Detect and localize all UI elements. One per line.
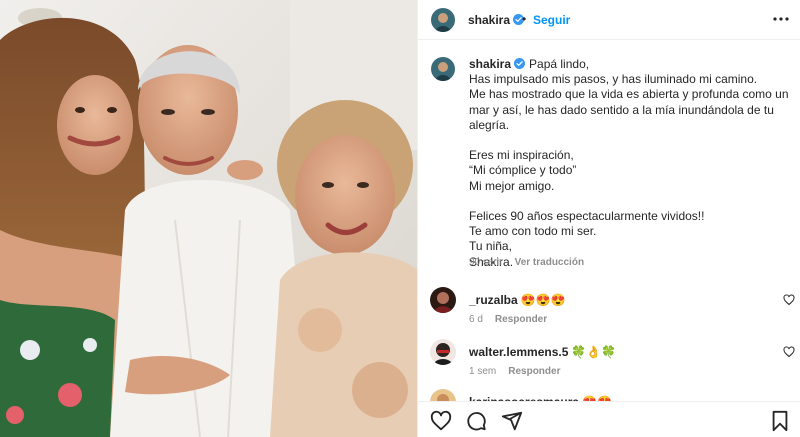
commenter-avatar-image	[430, 287, 456, 313]
bookmark-icon[interactable]	[769, 410, 791, 432]
comment-line: _ruzalba 😍😍😍	[469, 293, 566, 307]
verified-badge-icon	[514, 58, 526, 69]
post-side-panel: shakira • Seguir shakira Papá lindo, Has …	[417, 0, 800, 437]
action-bar	[418, 401, 800, 437]
caption-username-text[interactable]: shakira	[469, 57, 511, 71]
post-author-username-text[interactable]: shakira	[468, 13, 510, 27]
family-photo-illustration	[0, 0, 417, 437]
comment-text: 😍😍😍	[520, 293, 566, 307]
avatar-image	[431, 8, 455, 32]
caption-meta: 90 sem Ver traducción	[469, 257, 584, 268]
more-options-icon[interactable]	[771, 10, 791, 28]
avatar[interactable]	[431, 8, 455, 32]
comment-username[interactable]: walter.lemmens.5	[469, 345, 568, 359]
comment-item: walter.lemmens.5 🍀👌🍀 1 sem Responder	[418, 339, 800, 385]
caption-age: 90 sem	[469, 257, 502, 268]
comment-text: 🍀👌🍀	[571, 345, 617, 359]
heart-icon[interactable]	[430, 410, 452, 432]
caption-username[interactable]: shakira	[469, 57, 526, 71]
post-photo[interactable]	[0, 0, 417, 437]
comment-username[interactable]: _ruzalba	[469, 293, 518, 307]
post-header: shakira • Seguir	[418, 0, 800, 40]
reply-button[interactable]: Responder	[508, 366, 560, 377]
comment-meta: 1 sem Responder	[469, 366, 560, 377]
separator-dot: •	[522, 12, 527, 26]
caption-body: Papá lindo, Has impulsado mis pasos, y h…	[469, 57, 789, 269]
post-author-username[interactable]: shakira	[468, 13, 525, 27]
reply-button[interactable]: Responder	[495, 314, 547, 325]
caption-text: shakira Papá lindo, Has impulsado mis pas…	[469, 57, 794, 270]
heart-icon[interactable]	[783, 346, 795, 358]
commenter-avatar-image	[430, 339, 456, 365]
share-icon[interactable]	[501, 410, 523, 432]
comment-meta: 6 d Responder	[469, 314, 547, 325]
instagram-post-view: shakira • Seguir shakira Papá lindo, Has …	[0, 0, 800, 437]
comment-age: 1 sem	[469, 366, 497, 377]
avatar[interactable]	[430, 287, 456, 313]
translate-link[interactable]: Ver traducción	[515, 257, 584, 268]
heart-icon[interactable]	[783, 294, 795, 306]
comment-age: 6 d	[469, 314, 483, 325]
comment-line: walter.lemmens.5 🍀👌🍀	[469, 345, 616, 359]
follow-button[interactable]: Seguir	[533, 13, 570, 27]
caption-avatar[interactable]	[431, 57, 455, 81]
comment-item: _ruzalba 😍😍😍 6 d Responder	[418, 287, 800, 333]
caption-avatar-image	[431, 57, 455, 81]
comment-icon[interactable]	[465, 410, 487, 432]
avatar[interactable]	[430, 339, 456, 365]
